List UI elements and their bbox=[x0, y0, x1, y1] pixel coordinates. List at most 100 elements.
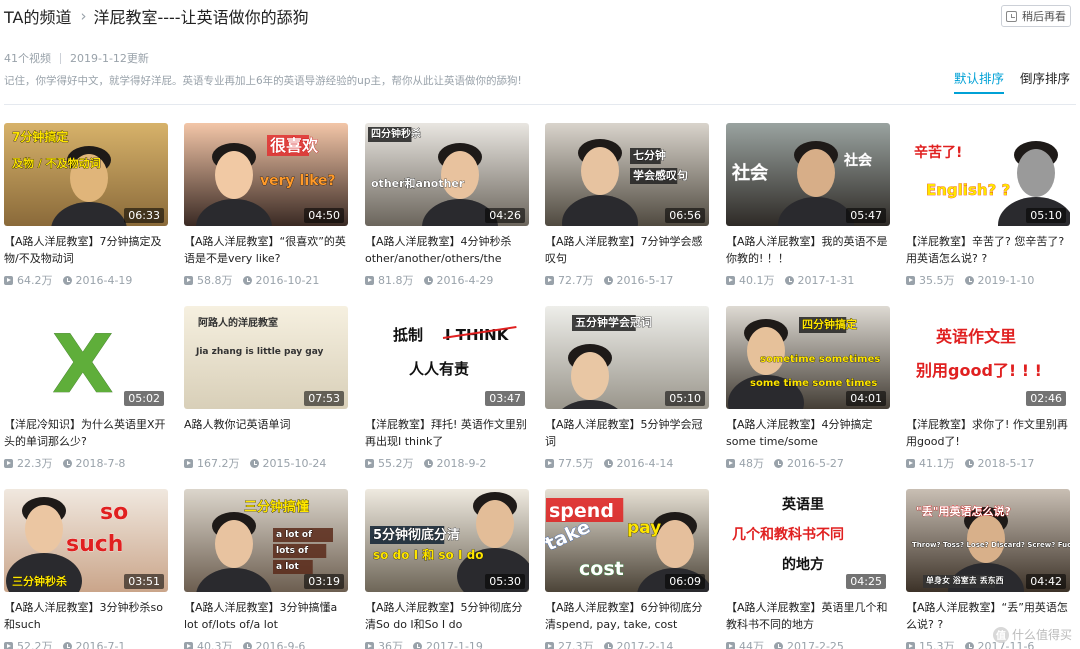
channel-link[interactable]: TA的频道 bbox=[4, 4, 71, 28]
video-card[interactable]: 三分钟搞懂 a lot of lots of a lot 03:19 【A路人洋屁教室】3… bbox=[184, 489, 348, 649]
video-thumbnail[interactable]: 很喜欢 very like? 04:50 bbox=[184, 123, 348, 226]
video-title[interactable]: 【A路人洋屁教室】我的英语不是你教的! ！！ bbox=[726, 233, 890, 267]
clock-icon bbox=[964, 458, 974, 468]
upload-date: 2016-9-6 bbox=[255, 639, 306, 649]
video-title[interactable]: 【A路人洋屁教室】4分钟搞定some time/some bbox=[726, 416, 890, 450]
video-title[interactable]: 【洋屁教室】辛苦了? 您辛苦了?用英语怎么说? ? bbox=[906, 233, 1070, 267]
video-card[interactable]: spend take pay cost 06:09 【A路人洋屁教室】6分钟彻底分清spe… bbox=[545, 489, 709, 649]
presenter-face bbox=[571, 352, 609, 400]
presenter-face bbox=[581, 147, 619, 195]
video-card[interactable]: "丢"用英语怎么说? Throw? Toss? Lose? Discard? Sc… bbox=[906, 489, 1070, 649]
upload-date: 2017-1-31 bbox=[797, 273, 855, 287]
video-stats: 167.2万 2015-10-24 bbox=[184, 455, 348, 471]
view-count: 167.2万 bbox=[197, 457, 240, 470]
play-count-icon bbox=[4, 641, 13, 649]
video-title[interactable]: 【A路人洋屁教室】“很喜欢”的英语是不是very like? bbox=[184, 233, 348, 267]
video-thumbnail[interactable]: X 05:02 bbox=[4, 306, 168, 409]
play-count-icon bbox=[906, 275, 915, 285]
thumbnail-caption: some time some times bbox=[750, 378, 877, 389]
thumbnail-caption: 7分钟搞定 bbox=[12, 129, 68, 144]
thumbnail-caption: 单身女 浴室去 丢东西 bbox=[926, 575, 1004, 585]
video-thumbnail[interactable]: 7分钟搞定 及物 / 不及物动词 06:33 bbox=[4, 123, 168, 226]
video-title[interactable]: 【洋屁冷知识】为什么英语里X开头的单词那么少? bbox=[4, 416, 168, 450]
video-card[interactable]: so such 三分钟秒杀 03:51 【A路人洋屁教室】3分钟秒杀so和such 52.… bbox=[4, 489, 168, 649]
upload-date: 2018-5-17 bbox=[977, 456, 1035, 470]
thumbnail-caption: a lot of bbox=[276, 530, 312, 540]
video-card[interactable]: 辛苦了! English? ? 05:10 【洋屁教室】辛苦了? 您辛苦了?用英语怎么… bbox=[906, 123, 1070, 288]
video-title[interactable]: 【A路人洋屁教室】英语里几个和教科书不同的地方 bbox=[726, 599, 890, 633]
video-card[interactable]: 阿路人的洋屁教室 Jia zhang is little pay gay 07:53… bbox=[184, 306, 348, 471]
upload-date: 2016-5-27 bbox=[787, 456, 844, 470]
video-card[interactable]: 五分钟学会冠词 05:10 【A路人洋屁教室】5分钟学会冠词 77.5万 2016-4-… bbox=[545, 306, 709, 471]
video-card[interactable]: 7分钟搞定 及物 / 不及物动词 06:33 【A路人洋屁教室】7分钟搞定及物/不及物… bbox=[4, 123, 168, 288]
video-duration: 06:09 bbox=[665, 574, 705, 589]
video-title[interactable]: 【A路人洋屁教室】5分钟彻底分清So do I和So I do bbox=[365, 599, 529, 633]
video-card[interactable]: 七分钟 学会感叹句 06:56 【A路人洋屁教室】7分钟学会感叹句 72.7万 2016-… bbox=[545, 123, 709, 288]
video-title[interactable]: 【A路人洋屁教室】3分钟搞懂a lot of/lots of/a lot bbox=[184, 599, 348, 633]
video-title[interactable]: 【洋屁教室】求你了! 作文里别再用good了! bbox=[906, 416, 1070, 450]
video-card[interactable]: 社会 社会 05:47 【A路人洋屁教室】我的英语不是你教的! ！！ 40.1万 2017… bbox=[726, 123, 890, 288]
video-title[interactable]: 【洋屁教室】拜托! 英语作文里别再出现I think了 bbox=[365, 416, 529, 450]
video-thumbnail[interactable]: spend take pay cost 06:09 bbox=[545, 489, 709, 592]
video-duration: 06:56 bbox=[665, 208, 705, 223]
upload-date: 2018-9-2 bbox=[436, 456, 487, 470]
video-card[interactable]: 四分钟搞定 sometime sometimes some time some ti… bbox=[726, 306, 890, 471]
video-title[interactable]: 【A路人洋屁教室】6分钟彻底分清spend, pay, take, cost bbox=[545, 599, 709, 633]
thumbnail-caption: 阿路人的洋屁教室 bbox=[198, 316, 278, 329]
video-title[interactable]: 【A路人洋屁教室】7分钟搞定及物/不及物动词 bbox=[4, 233, 168, 267]
video-thumbnail[interactable]: 七分钟 学会感叹句 06:56 bbox=[545, 123, 709, 226]
video-duration: 04:01 bbox=[846, 391, 886, 406]
video-title[interactable]: 【A路人洋屁教室】5分钟学会冠词 bbox=[545, 416, 709, 450]
upload-date: 2016-4-29 bbox=[436, 273, 494, 287]
video-card[interactable]: X 05:02 【洋屁冷知识】为什么英语里X开头的单词那么少? 22.3万 2018-7… bbox=[4, 306, 168, 471]
view-count: 64.2万 bbox=[17, 274, 53, 287]
view-count: 41.1万 bbox=[919, 457, 955, 470]
thumbnail-caption: 社会 bbox=[843, 152, 873, 169]
video-thumbnail[interactable]: 抵制 I THINK 人人有责 03:47 bbox=[365, 306, 529, 409]
thumbnail-caption: 社会 bbox=[732, 162, 768, 184]
video-thumbnail[interactable]: 英语作文里 别用good了! ! ! 02:46 bbox=[906, 306, 1070, 409]
clock-icon bbox=[964, 641, 974, 649]
video-thumbnail[interactable]: so such 三分钟秒杀 03:51 bbox=[4, 489, 168, 592]
video-thumbnail[interactable]: 社会 社会 05:47 bbox=[726, 123, 890, 226]
thumbnail-caption: very like? bbox=[260, 173, 336, 189]
thumbnail-caption: 三分钟秒杀 bbox=[12, 574, 67, 588]
video-duration: 04:26 bbox=[485, 208, 525, 223]
video-card[interactable]: 抵制 I THINK 人人有责 03:47 【洋屁教室】拜托! 英语作文里别再出现I t… bbox=[365, 306, 529, 471]
play-count-icon bbox=[184, 641, 193, 649]
view-count: 35.5万 bbox=[919, 274, 955, 287]
video-thumbnail[interactable]: 四分钟搞定 sometime sometimes some time some ti… bbox=[726, 306, 890, 409]
presenter-face bbox=[797, 149, 835, 197]
video-stats: 48万 2016-5-27 bbox=[726, 455, 890, 471]
video-thumbnail[interactable]: 四分钟秒杀 other和another 04:26 bbox=[365, 123, 529, 226]
video-thumbnail[interactable]: 英语里 几个和教科书不同 的地方 04:25 bbox=[726, 489, 890, 592]
sort-reverse-tab[interactable]: 倒序排序 bbox=[1020, 68, 1070, 94]
play-count-icon bbox=[906, 641, 915, 649]
video-duration: 03:19 bbox=[304, 574, 344, 589]
video-title[interactable]: A路人教你记英语单词 bbox=[184, 416, 348, 450]
video-card[interactable]: 5分钟彻底分清 so do I 和 so I do 05:30 【A路人洋屁教室】5分… bbox=[365, 489, 529, 649]
view-count: 40.1万 bbox=[739, 274, 775, 287]
video-card[interactable]: 英语里 几个和教科书不同 的地方 04:25 【A路人洋屁教室】英语里几个和教科书不同的… bbox=[726, 489, 890, 649]
video-thumbnail[interactable]: "丢"用英语怎么说? Throw? Toss? Lose? Discard? Sc… bbox=[906, 489, 1070, 592]
breadcrumb: TA的频道 › 洋屁教室----让英语做你的舔狗 bbox=[4, 4, 309, 28]
video-thumbnail[interactable]: 辛苦了! English? ? 05:10 bbox=[906, 123, 1070, 226]
video-card[interactable]: 四分钟秒杀 other和another 04:26 【A路人洋屁教室】4分钟秒杀oth… bbox=[365, 123, 529, 288]
sort-default-tab[interactable]: 默认排序 bbox=[953, 68, 1004, 94]
video-title[interactable]: 【A路人洋屁教室】4分钟秒杀other/another/others/the bbox=[365, 233, 529, 267]
play-count-icon bbox=[545, 458, 554, 468]
video-thumbnail[interactable]: 阿路人的洋屁教室 Jia zhang is little pay gay 07:53 bbox=[184, 306, 348, 409]
video-title[interactable]: 【A路人洋屁教室】3分钟秒杀so和such bbox=[4, 599, 168, 633]
video-card[interactable]: 很喜欢 very like? 04:50 【A路人洋屁教室】“很喜欢”的英语是不是ve… bbox=[184, 123, 348, 288]
video-thumbnail[interactable]: 三分钟搞懂 a lot of lots of a lot 03:19 bbox=[184, 489, 348, 592]
presenter-face bbox=[25, 505, 63, 553]
play-count-icon bbox=[726, 458, 735, 468]
video-stats: 55.2万 2018-9-2 bbox=[365, 455, 529, 471]
video-thumbnail[interactable]: 5分钟彻底分清 so do I 和 so I do 05:30 bbox=[365, 489, 529, 592]
play-count-icon bbox=[545, 641, 554, 649]
video-card[interactable]: 英语作文里 别用good了! ! ! 02:46 【洋屁教室】求你了! 作文里别再用g… bbox=[906, 306, 1070, 471]
thumbnail-caption: such bbox=[66, 532, 123, 557]
video-title[interactable]: 【A路人洋屁教室】7分钟学会感叹句 bbox=[545, 233, 709, 267]
watch-later-button[interactable]: 稍后再看 bbox=[1001, 5, 1071, 27]
video-thumbnail[interactable]: 五分钟学会冠词 05:10 bbox=[545, 306, 709, 409]
